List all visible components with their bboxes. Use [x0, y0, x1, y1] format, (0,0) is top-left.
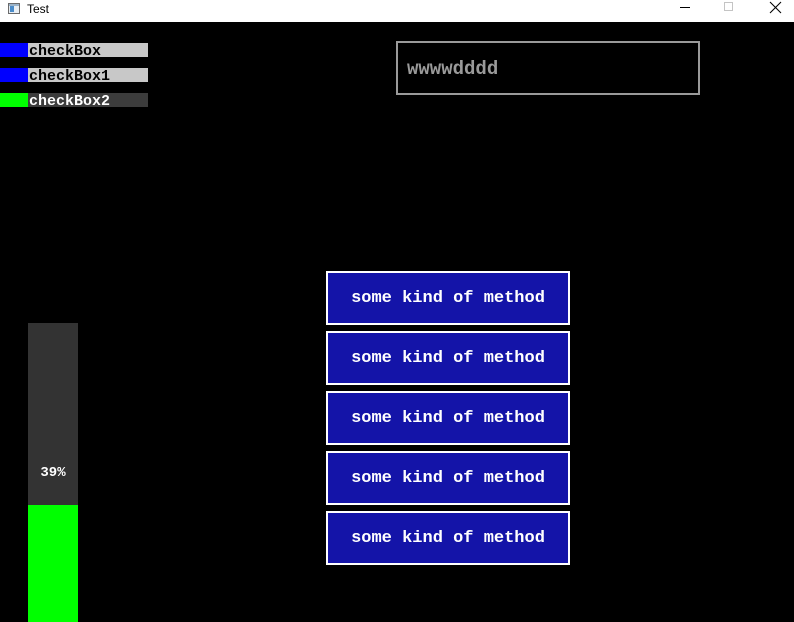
- checkbox-checkbox2[interactable]: checkBox2: [0, 93, 148, 110]
- close-icon: [769, 1, 782, 14]
- checkbox-checkbox[interactable]: checkBox: [0, 43, 148, 60]
- app-window: Test checkBox checkBox1 checkBox2 wwwwdd…: [0, 0, 794, 622]
- method-button-2[interactable]: some kind of method: [326, 331, 570, 385]
- progress-fill: [28, 505, 78, 622]
- checkbox-label: checkBox2: [29, 93, 111, 110]
- method-button-label: some kind of method: [351, 289, 545, 308]
- progress-percent-label: 39%: [40, 465, 66, 481]
- method-button-label: some kind of method: [351, 349, 545, 368]
- checkbox-indicator[interactable]: [0, 68, 28, 82]
- close-button[interactable]: [752, 0, 794, 22]
- window-title: Test: [27, 2, 50, 16]
- app-icon: [8, 3, 20, 14]
- title-bar[interactable]: Test: [0, 0, 794, 22]
- method-button-label: some kind of method: [351, 409, 545, 428]
- method-button-label: some kind of method: [351, 529, 545, 548]
- vertical-progress-bar: 39%: [28, 323, 78, 622]
- method-button-5[interactable]: some kind of method: [326, 511, 570, 565]
- checkbox-label: checkBox1: [29, 68, 111, 85]
- checkbox-checkbox1[interactable]: checkBox1: [0, 68, 148, 85]
- method-button-label: some kind of method: [351, 469, 545, 488]
- text-input-field[interactable]: wwwwdddd: [396, 41, 700, 95]
- method-button-3[interactable]: some kind of method: [326, 391, 570, 445]
- method-button-1[interactable]: some kind of method: [326, 271, 570, 325]
- minimize-button[interactable]: [662, 0, 708, 22]
- text-input-value: wwwwdddd: [407, 58, 499, 80]
- maximize-button[interactable]: [706, 0, 752, 22]
- checkbox-label: checkBox: [29, 43, 102, 60]
- checkbox-indicator[interactable]: [0, 43, 28, 57]
- checkbox-indicator[interactable]: [0, 93, 28, 107]
- method-button-4[interactable]: some kind of method: [326, 451, 570, 505]
